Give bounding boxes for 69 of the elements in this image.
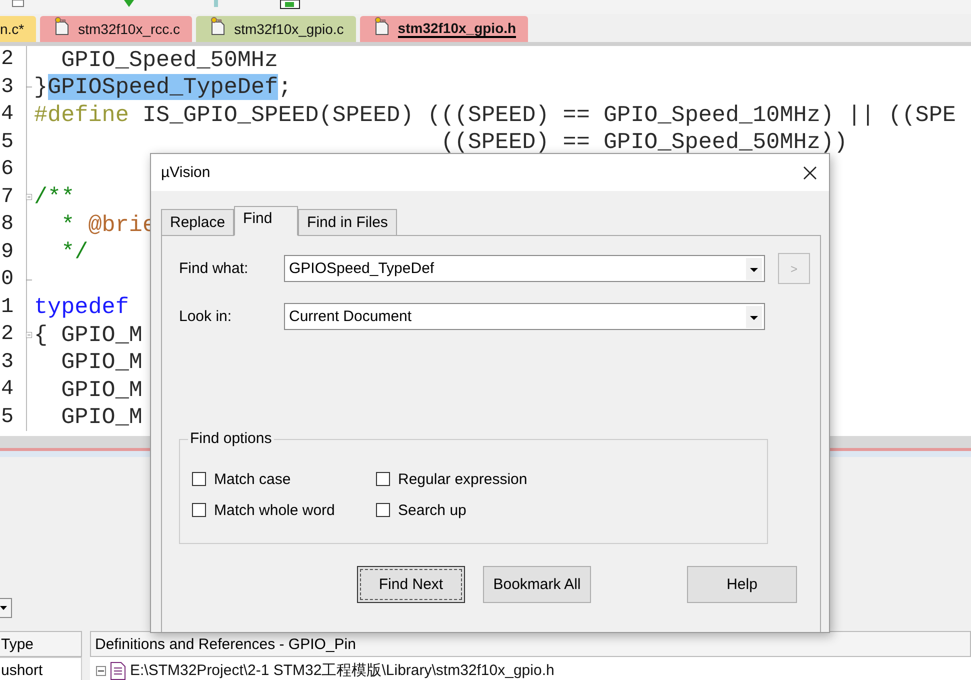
comment-text: /** [34,184,75,210]
down-arrow-icon[interactable] [122,0,136,8]
line-number: 6 [0,156,27,184]
line-number: 5 [0,404,27,431]
tree-toggle-icon[interactable] [96,666,106,676]
dialog-button[interactable]: Help [687,566,797,603]
checkbox[interactable] [376,472,390,486]
code-text: GPIO_M [60,349,142,376]
code-text: GPIO_Speed_50MHz [60,46,278,73]
code-text: GPIO_M [60,376,142,403]
line-number: 8 [0,211,27,238]
dialog-title: µVision [161,164,210,181]
selected-code-text: GPIOSpeed_TypeDef [48,74,278,100]
window-icon[interactable] [280,0,300,9]
file-tab[interactable]: n.c* [0,16,36,42]
code-text: GPIO_M [60,404,142,430]
option-label[interactable]: Regular expression [398,470,528,488]
column-header[interactable]: Definitions and References - GPIO_Pin [90,631,971,658]
code-text: ((SPEED) == GPIO_Speed_50MHz)) [440,129,848,156]
option-label[interactable]: Match case [214,470,291,488]
line-number: 9 [0,238,27,266]
combo-box[interactable]: Current Document [284,303,765,330]
line-number: 7 [0,184,27,211]
file-tab[interactable]: stm32f10x_gpio.h [360,16,528,42]
file-tab[interactable]: stm32f10x_rcc.c [40,16,192,42]
comment-text: */ [60,239,88,266]
column-header[interactable]: Type [0,631,82,658]
dialog-tab[interactable]: Replace [161,209,234,235]
caret-icon[interactable] [746,306,762,328]
line-number: 4 [0,101,27,128]
field-label: Look in: [179,308,233,325]
field-label: Find what: [179,260,250,277]
fold-end-icon [26,278,32,281]
line-number: 2 [0,321,27,348]
line-number: 2 [0,46,27,74]
dropdown-arrow-icon[interactable] [0,598,12,618]
line-number: 1 [0,294,27,321]
fold-end-icon [26,86,32,88]
group-title: Find options [188,430,274,447]
comment-text: * [60,212,76,238]
line-number: 3 [0,348,27,376]
line-number: 4 [0,376,27,404]
line-number: 3 [0,74,27,101]
checkbox[interactable] [192,503,206,517]
combo-box[interactable]: GPIOSpeed_TypeDef [284,255,765,282]
close-icon[interactable] [803,166,817,180]
keyword-text: typedef [34,294,129,320]
line-number: 5 [0,128,27,156]
code-text: IS_GPIO_SPEED(SPEED) (((SPEED) == GPIO_Speed_10MHz) || ((SPE [141,102,956,128]
dialog-tab[interactable]: Find [234,206,298,236]
option-label[interactable]: Match whole word [214,502,335,518]
dialog-tab[interactable]: Find in Files [298,209,397,235]
code-text: } [34,74,48,100]
code-text: ; [278,74,292,100]
dialog-button[interactable]: Find Next [357,566,465,603]
line-number: 0 [0,266,27,294]
file-tab[interactable]: stm32f10x_gpio.c [196,16,356,42]
code-text: { GPIO_M [34,322,142,348]
caret-icon[interactable] [746,258,762,280]
dialog-button[interactable]: Bookmark All [483,566,591,603]
file-key-icon [210,17,226,35]
option-label[interactable]: Search up [398,502,466,518]
table-cell: ushort [0,657,82,680]
preprocessor-text: #define [34,102,129,128]
file-key-icon [374,17,390,35]
checkbox[interactable] [376,503,390,517]
file-key-icon [54,17,70,35]
checkbox[interactable] [192,472,206,486]
page-icon[interactable] [12,0,24,7]
